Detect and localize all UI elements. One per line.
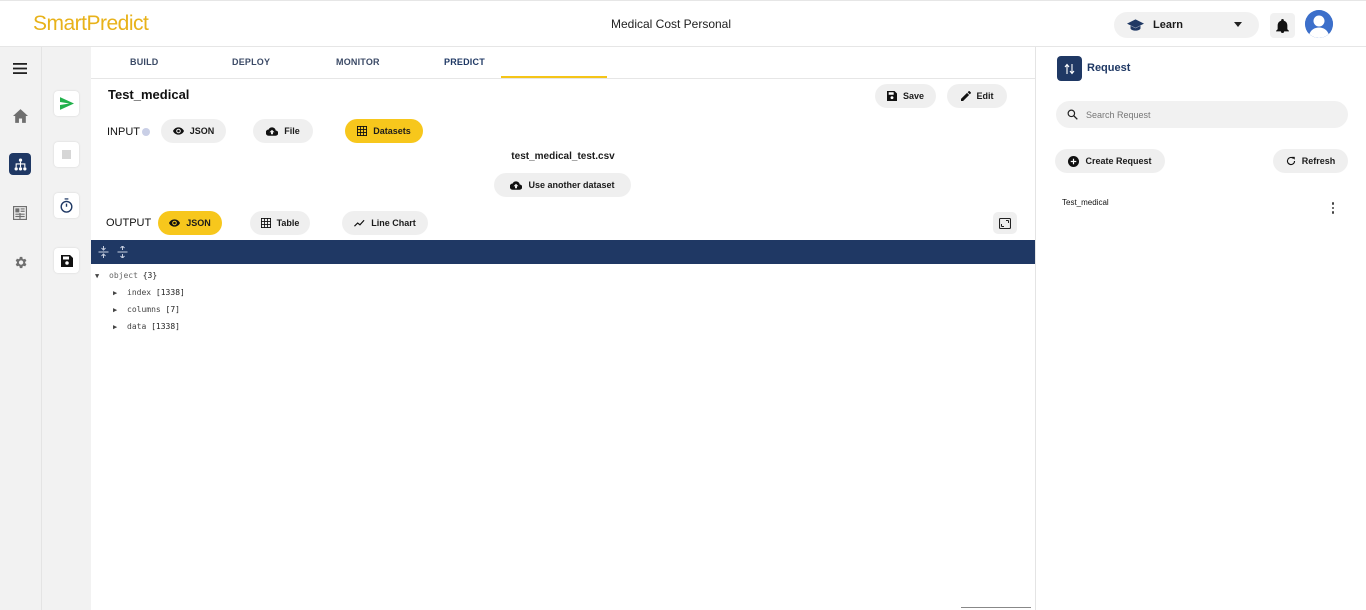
gear-icon [15, 256, 26, 268]
learn-dropdown[interactable]: Learn [1114, 12, 1259, 38]
tab-build[interactable]: BUILD [130, 57, 159, 67]
triangle-right-icon: ▶ [113, 305, 118, 314]
graduation-cap-icon [1127, 19, 1144, 31]
add-circle-icon [1068, 155, 1080, 167]
nav-dataset[interactable] [9, 202, 31, 224]
json-viewer-toolbar [91, 240, 1035, 264]
send-icon [59, 97, 74, 110]
create-request-label: Create Request [1085, 156, 1152, 166]
active-tab-indicator [501, 76, 607, 78]
collapse-all-icon[interactable] [98, 246, 109, 258]
input-label: INPUT [107, 126, 150, 138]
home-icon [12, 109, 28, 123]
save-floppy-button[interactable] [54, 248, 79, 273]
menu-button[interactable] [9, 57, 31, 79]
left-nav-rail [0, 47, 42, 610]
output-table-button[interactable]: Table [250, 211, 310, 235]
input-file-button[interactable]: File [253, 119, 313, 143]
refresh-button[interactable]: Refresh [1273, 149, 1348, 173]
learn-label: Learn [1153, 19, 1183, 31]
pencil-icon [960, 91, 971, 101]
create-request-button[interactable]: Create Request [1055, 149, 1165, 173]
use-another-dataset-label: Use another dataset [528, 180, 615, 190]
input-datasets-label: Datasets [373, 126, 411, 136]
stop-button[interactable] [54, 142, 79, 167]
json-tree-node-columns[interactable]: ▶ columns [7] [95, 301, 185, 318]
swap-vertical-icon [1064, 63, 1075, 74]
request-list-item[interactable]: Test_medical [1062, 198, 1109, 207]
fullscreen-icon [999, 217, 1011, 229]
selected-dataset-filename: test_medical_test.csv [511, 151, 615, 162]
output-json-button[interactable]: JSON [158, 211, 222, 235]
chevron-down-icon [1234, 22, 1242, 27]
triangle-down-icon: ▼ [95, 271, 100, 280]
predict-main-panel: Test_medical Save Edit INPUT JSON File D… [91, 79, 1035, 610]
triangle-right-icon: ▶ [113, 288, 118, 297]
timer-button[interactable] [54, 193, 79, 218]
search-placeholder: Search Request [1086, 109, 1151, 120]
input-file-label: File [284, 126, 300, 136]
user-avatar[interactable] [1305, 10, 1333, 38]
request-tool-column [42, 47, 91, 610]
save-button[interactable]: Save [875, 84, 936, 108]
expand-all-icon[interactable] [117, 246, 128, 258]
output-line-chart-label: Line Chart [371, 218, 416, 228]
request-header-icon-box [1057, 56, 1082, 81]
floppy-disk-icon [60, 254, 73, 267]
request-side-panel: Request Search Request Create Request Re… [1035, 47, 1366, 610]
output-json-label: JSON [186, 218, 211, 228]
output-line-chart-button[interactable]: Line Chart [342, 211, 428, 235]
workflow-tabs: BUILD DEPLOY MONITOR PREDICT [91, 47, 1035, 79]
nav-home[interactable] [9, 105, 31, 127]
fullscreen-button[interactable] [993, 212, 1017, 234]
tab-predict[interactable]: PREDICT [444, 57, 485, 67]
more-options-icon[interactable] [1331, 202, 1335, 216]
eye-icon [172, 127, 184, 135]
flow-network-icon [14, 158, 26, 170]
request-name: Test_medical [108, 87, 190, 102]
search-request-input[interactable]: Search Request [1056, 101, 1348, 128]
user-icon [1305, 10, 1333, 38]
edit-label: Edit [976, 91, 994, 101]
nav-settings[interactable] [9, 251, 31, 273]
save-label: Save [902, 91, 925, 101]
stop-icon [62, 150, 71, 159]
json-tree-node-index[interactable]: ▶ index [1338] [95, 284, 185, 301]
top-bar: SmartPredict Medical Cost Personal Learn [0, 0, 1366, 47]
json-tree: ▼ object {3} ▶ index [1338] ▶ columns [7] ▶… [95, 267, 185, 335]
hamburger-icon [13, 62, 27, 74]
bell-icon [1276, 18, 1289, 33]
notification-button[interactable] [1270, 13, 1295, 38]
nav-projects[interactable] [9, 153, 31, 175]
eye-icon [169, 219, 181, 227]
triangle-right-icon: ▶ [113, 322, 118, 331]
search-icon [1067, 109, 1078, 120]
output-label: OUTPUT [106, 217, 152, 229]
tab-deploy[interactable]: DEPLOY [232, 57, 270, 67]
json-tree-root[interactable]: ▼ object {3} [95, 267, 185, 284]
input-datasets-button[interactable]: Datasets [345, 119, 423, 143]
cloud-upload-icon [510, 180, 523, 190]
input-json-label: JSON [189, 126, 215, 136]
json-tree-node-data[interactable]: ▶ data [1338] [95, 318, 185, 335]
line-chart-icon [354, 219, 365, 227]
use-another-dataset-button[interactable]: Use another dataset [494, 173, 631, 197]
refresh-label: Refresh [1301, 156, 1336, 166]
input-json-button[interactable]: JSON [161, 119, 226, 143]
floppy-disk-icon [886, 91, 897, 101]
request-panel-title: Request [1087, 62, 1131, 74]
table-grid-icon [260, 218, 271, 228]
send-request-button[interactable] [54, 91, 79, 116]
dataset-grid-icon [13, 206, 27, 220]
output-table-label: Table [276, 218, 300, 228]
refresh-icon [1286, 156, 1295, 166]
edit-button[interactable]: Edit [947, 84, 1007, 108]
stopwatch-icon [60, 198, 73, 213]
input-status-dot [142, 128, 150, 136]
table-grid-icon [357, 126, 368, 136]
cloud-upload-icon [266, 126, 279, 136]
tab-monitor[interactable]: MONITOR [336, 57, 380, 67]
